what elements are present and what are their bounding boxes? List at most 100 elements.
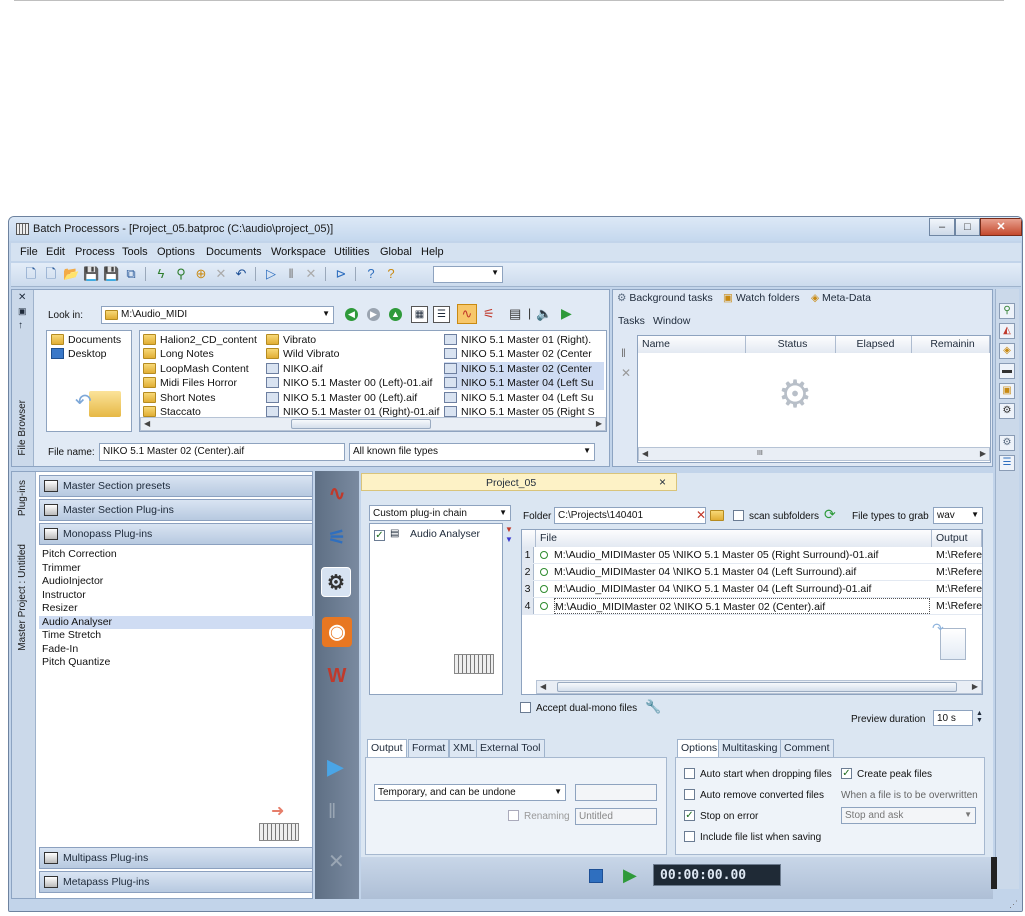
plugin-item[interactable]: AudioInjector <box>39 575 313 589</box>
tab-meta-data[interactable]: ◈ Meta-Data <box>811 292 871 310</box>
tasks-scrollbar[interactable]: ◀ III ▶ <box>638 447 990 461</box>
look-in-select[interactable]: M:\Audio_MIDI ▼ <box>101 306 334 324</box>
save-as-icon[interactable]: 💾 <box>103 266 119 282</box>
speaker-icon[interactable]: 🔈 <box>536 306 552 322</box>
plugins-tab[interactable]: Plug-ins <box>17 480 28 516</box>
save-all-icon[interactable]: ⧉ <box>123 266 139 282</box>
wrench-icon[interactable]: 🔧 <box>645 699 661 715</box>
play-icon[interactable]: ▷ <box>263 266 279 282</box>
col-file[interactable]: File <box>536 530 932 547</box>
pause-icon[interactable]: ‖ <box>283 266 299 282</box>
tool-gear-icon[interactable]: ⚙ <box>999 435 1015 451</box>
close-panel-icon[interactable]: ✕ <box>18 292 26 303</box>
plugin-item[interactable]: Trimmer <box>39 562 313 576</box>
tool-folder-icon[interactable]: ▣ <box>999 383 1015 399</box>
waveform-icon[interactable]: ϟ <box>153 266 169 282</box>
close-button[interactable]: ✕ <box>980 218 1022 236</box>
delete-icon[interactable]: ✕ <box>213 266 229 282</box>
renaming-check[interactable] <box>508 810 519 821</box>
accept-dual-mono-check[interactable] <box>520 702 531 713</box>
tab-background-tasks[interactable]: ⚙ Background tasks <box>617 292 713 310</box>
file-browser-tab[interactable]: File Browser <box>17 400 28 456</box>
tab-output[interactable]: Output <box>367 739 407 757</box>
menu-options[interactable]: Options <box>157 246 195 258</box>
tab-external-tool[interactable]: External Tool <box>476 739 545 757</box>
maximize-button[interactable]: □ <box>955 218 980 236</box>
chain-select[interactable]: Custom plug-in chain ▼ <box>369 505 511 521</box>
film-icon[interactable]: ▤ <box>509 306 521 322</box>
menu-file[interactable]: File <box>20 246 38 258</box>
tab-watch-folders[interactable]: ▣ Watch folders <box>723 292 800 310</box>
col-remaining[interactable]: Remainin <box>912 336 990 353</box>
file-item[interactable]: Vibrato <box>266 333 442 347</box>
overwrite-select[interactable]: Stop and ask ▼ <box>841 807 976 824</box>
chain-item-label[interactable]: Audio Analyser <box>410 528 480 540</box>
save-icon[interactable]: 💾 <box>83 266 99 282</box>
resize-grip-icon[interactable]: ⋰ <box>1009 899 1018 910</box>
folder-field[interactable]: C:\Projects\140401 <box>554 507 706 524</box>
menu-global[interactable]: Global <box>380 246 412 258</box>
menu-utilities[interactable]: Utilities <box>334 246 369 258</box>
move-up-icon[interactable]: ▼ <box>505 525 513 534</box>
col-elapsed[interactable]: Elapsed <box>836 336 912 353</box>
project-tab[interactable]: Project_05 × <box>361 473 677 491</box>
plugin-item[interactable]: Pitch Quantize <box>39 656 313 670</box>
file-item[interactable]: Wild Vibrato <box>266 347 442 361</box>
menu-process[interactable]: Process <box>75 246 115 258</box>
back-icon[interactable]: ◀ <box>345 308 358 321</box>
batch-processor-icon[interactable]: ⚙ <box>321 567 351 597</box>
include-list-check[interactable] <box>684 831 695 842</box>
auto-start-check[interactable] <box>684 768 695 779</box>
refresh-icon[interactable]: ⟳ <box>824 506 836 523</box>
plugin-item[interactable]: Pitch Correction <box>39 548 313 562</box>
open-icon[interactable]: 📂 <box>63 266 79 282</box>
tool-meta-icon[interactable]: ◈ <box>999 343 1015 359</box>
tool-strip-icon[interactable]: ▬ <box>999 363 1015 379</box>
chain-item-check[interactable]: ✓ <box>374 530 385 541</box>
menu-documents[interactable]: Documents <box>206 246 262 258</box>
close-tab-icon[interactable]: × <box>659 475 666 489</box>
spectrum-processor-icon[interactable]: ⚟ <box>322 523 352 553</box>
plugin-item[interactable]: Time Stretch <box>39 629 313 643</box>
output-mode-select[interactable]: Temporary, and can be undone ▼ <box>374 784 566 801</box>
menu-edit[interactable]: Edit <box>46 246 65 258</box>
context-help-icon[interactable]: ? <box>383 266 399 282</box>
col-name[interactable]: Name <box>638 336 746 353</box>
podcast-icon[interactable]: ◉ <box>322 617 352 647</box>
file-item[interactable]: NIKO 5.1 Master 02 (Center <box>444 361 604 376</box>
list-view-icon[interactable]: ▦ <box>411 306 428 323</box>
midi-filter-icon[interactable]: ⚟ <box>483 306 495 322</box>
place-desktop[interactable]: Desktop <box>51 347 107 361</box>
col-output[interactable]: Output <box>932 530 982 547</box>
group-monopass-plugins[interactable]: Monopass Plug-ins <box>39 523 313 545</box>
create-peak-check[interactable]: ✓ <box>841 768 852 779</box>
group-metapass-plugins[interactable]: Metapass Plug-ins <box>39 871 313 893</box>
group-multipass-plugins[interactable]: Multipass Plug-ins <box>39 847 313 869</box>
file-list-scrollbar[interactable]: ◀ ▶ <box>140 417 606 431</box>
file-item[interactable]: LoopMash Content <box>143 362 261 376</box>
add-plugin-icon[interactable]: ⊕ <box>193 266 209 282</box>
file-item[interactable]: NIKO 5.1 Master 01 (Right). <box>444 333 604 347</box>
output-path-field[interactable] <box>575 784 657 801</box>
tab-xml[interactable]: XML <box>449 739 479 757</box>
file-table-scrollbar[interactable]: ◀ ▶ <box>536 680 982 694</box>
tab-options[interactable]: Options <box>677 739 722 757</box>
plugin-item[interactable]: Fade-In <box>39 643 313 657</box>
table-row[interactable]: 1 M:\Audio_MIDIMaster 05 \NIKO 5.1 Master… <box>522 547 982 564</box>
file-item[interactable]: NIKO.aif <box>266 362 442 376</box>
tool-tag-icon[interactable]: ◭ <box>999 323 1015 339</box>
new-from-template-icon[interactable]: 🗋 <box>43 266 59 282</box>
browse-folder-icon[interactable] <box>710 510 724 521</box>
wavelab-icon[interactable]: W <box>322 661 352 691</box>
cancel-task-icon[interactable]: ✕ <box>621 366 631 380</box>
tab-format[interactable]: Format <box>408 739 450 757</box>
menu-tasks[interactable]: Tasks <box>618 315 645 327</box>
menu-tools[interactable]: Tools <box>122 246 148 258</box>
file-types-select[interactable]: All known file types ▼ <box>349 443 595 461</box>
preview-duration-field[interactable]: 10 s <box>933 710 973 726</box>
scan-subfolders-check[interactable] <box>733 510 744 521</box>
pin-icon[interactable]: ↑ <box>18 320 23 331</box>
preview-duration-spinner[interactable]: ▲ ▼ <box>976 710 983 724</box>
menu-workspace[interactable]: Workspace <box>271 246 326 258</box>
help-icon[interactable]: ? <box>363 266 379 282</box>
